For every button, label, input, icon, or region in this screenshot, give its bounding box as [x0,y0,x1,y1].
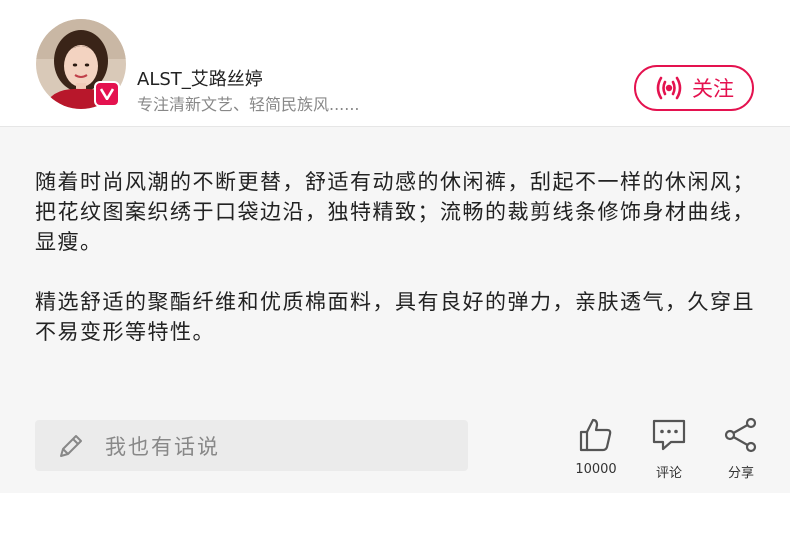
follow-button[interactable]: 关注 [634,65,754,111]
share-button[interactable]: 分享 [711,417,771,481]
comment-input[interactable]: 我也有话说 [35,420,468,471]
share-icon [723,417,759,457]
post-paragraph: 精选舒适的聚酯纤维和优质棉面料，具有良好的弹力，亲肤透气，久穿且不易变形等特性。 [35,290,755,344]
post-content: 随着时尚风潮的不断更替，舒适有动感的休闲裤，刮起不一样的休闲风；把花纹图案织绣于… [0,127,790,493]
author-username[interactable]: ALST_艾路丝婷 [137,65,263,91]
post-paragraph: 随着时尚风潮的不断更替，舒适有动感的休闲裤，刮起不一样的休闲风；把花纹图案织绣于… [35,170,755,254]
comment-placeholder: 我也有话说 [105,434,220,459]
like-button[interactable]: 10000 [566,417,626,477]
bottom-spacer [0,493,790,552]
pencil-icon [57,432,85,460]
author-bio: 专注清新文艺、轻简民族风...... [137,95,360,114]
v-badge-icon [94,81,120,107]
follow-label: 关注 [692,77,734,101]
thumbs-up-icon [578,417,614,457]
share-label: 分享 [727,466,754,481]
speech-bubble-icon [651,417,687,457]
author-header: ALST_艾路丝婷 专注清新文艺、轻简民族风...... 关注 [0,0,790,127]
avatar[interactable] [36,19,126,109]
broadcast-icon [654,75,684,101]
like-count: 10000 [575,462,617,477]
comment-button[interactable]: 评论 [639,417,699,481]
comment-label: 评论 [655,466,682,481]
